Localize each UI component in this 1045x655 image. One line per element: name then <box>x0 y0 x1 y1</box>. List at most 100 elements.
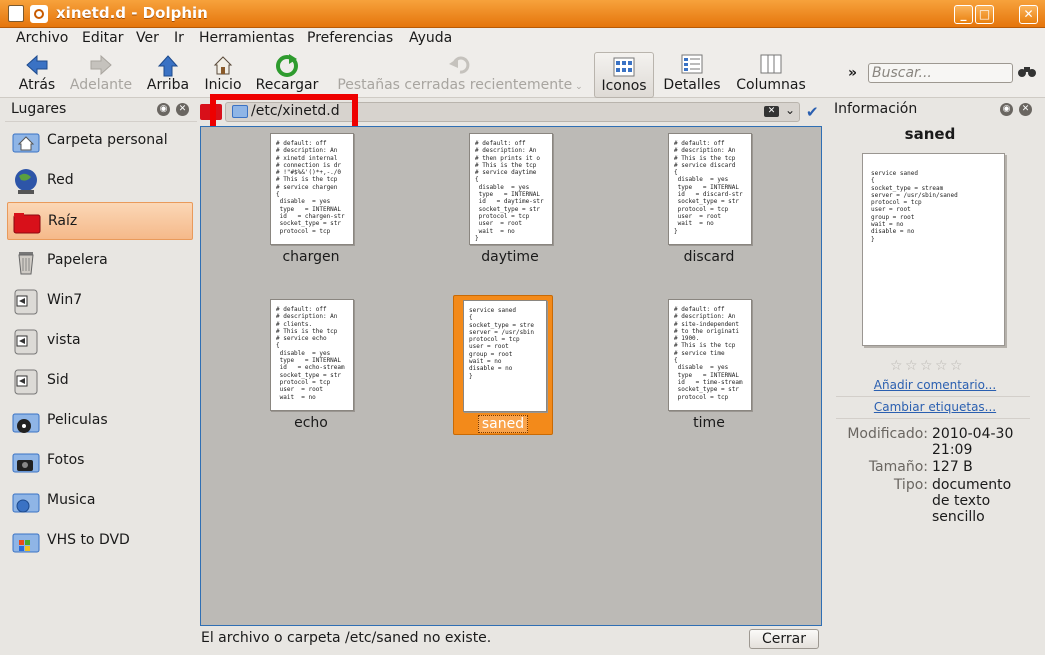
toolbar-overflow-button[interactable]: » <box>848 65 857 81</box>
menu-preferencias[interactable]: Preferencias <box>307 30 393 46</box>
file-name: daytime <box>481 249 539 265</box>
file-item[interactable]: # default: off # description: An # site-… <box>659 295 759 435</box>
status-bar: El archivo o carpeta /etc/saned no exist… <box>200 628 822 650</box>
closed-tabs-button[interactable]: Pestañas cerradas recientemente ⌄ <box>336 50 584 96</box>
menu-archivo[interactable]: Archivo <box>16 30 68 46</box>
place-item[interactable]: Red <box>7 162 193 200</box>
network-globe-icon <box>11 166 41 196</box>
back-button[interactable]: Atrás <box>14 50 60 96</box>
text-file-thumbnail: # default: off # description: An # xinet… <box>270 133 354 245</box>
float-panel-icon[interactable]: ◉ <box>157 103 170 116</box>
title-bar[interactable]: xinetd.d - Dolphin _ □ ✕ <box>0 0 1045 28</box>
app-menu-icon[interactable] <box>8 5 24 22</box>
place-label: Peliculas <box>47 412 108 428</box>
menu-ir[interactable]: Ir <box>174 30 184 46</box>
divider <box>836 418 1030 419</box>
minimize-button[interactable]: _ <box>954 5 973 24</box>
place-item[interactable]: Carpeta personal <box>7 122 193 160</box>
close-panel-icon[interactable]: ✕ <box>1019 103 1032 116</box>
place-item[interactable]: Musica <box>7 482 193 520</box>
close-message-button[interactable]: Cerrar <box>749 629 819 649</box>
clear-location-icon[interactable]: ✕ <box>764 106 779 117</box>
place-label: Carpeta personal <box>47 132 168 148</box>
text-file-thumbnail: # default: off # description: An # then … <box>469 133 553 245</box>
menu-bar: Archivo Editar Ver Ir Herramientas Prefe… <box>0 28 1045 50</box>
music-folder-icon <box>11 486 41 516</box>
columns-view-icon <box>760 54 782 74</box>
up-button[interactable]: Arriba <box>146 50 190 96</box>
file-name: echo <box>294 415 328 431</box>
place-item[interactable]: Fotos <box>7 442 193 480</box>
place-item[interactable]: Papelera <box>7 242 193 280</box>
film-folder-icon <box>11 406 41 436</box>
text-file-thumbnail: # default: off # description: An # site-… <box>668 299 752 411</box>
chevron-down-icon: ⌄ <box>572 82 583 92</box>
view-details-button[interactable]: Detalles <box>660 50 724 96</box>
file-preview: service saned { socket_type = stream ser… <box>862 153 1005 346</box>
place-item[interactable]: Peliculas <box>7 402 193 440</box>
file-item[interactable]: # default: off # description: An # clien… <box>261 295 361 435</box>
place-item[interactable]: vista <box>7 322 193 360</box>
file-item[interactable]: # default: off # description: An # xinet… <box>261 129 361 269</box>
text-file-thumbnail: # default: off # description: An # This … <box>668 133 752 245</box>
place-item[interactable]: Raíz <box>7 202 193 240</box>
star-icon[interactable]: ☆ <box>950 359 964 373</box>
modified-value: 2010-04-30 21:09 <box>932 426 1014 458</box>
text-file-thumbnail: # default: off # description: An # clien… <box>270 299 354 411</box>
status-message: El archivo o carpeta /etc/saned no exist… <box>201 630 492 646</box>
file-name: discard <box>683 249 735 265</box>
binoculars-icon[interactable] <box>1018 64 1036 82</box>
view-icons-button[interactable]: Iconos <box>594 52 654 98</box>
add-comment-link[interactable]: Añadir comentario... <box>828 378 1042 392</box>
change-tags-link[interactable]: Cambiar etiquetas... <box>828 400 1042 414</box>
place-item[interactable]: VHS to DVD <box>7 522 193 560</box>
accept-location-icon[interactable]: ✔ <box>806 103 819 121</box>
place-label: Fotos <box>47 452 85 468</box>
info-title: Información <box>834 101 918 117</box>
menu-ayuda[interactable]: Ayuda <box>409 30 452 46</box>
modified-label: Modificado: <box>847 426 928 442</box>
size-label: Tamaño: <box>868 459 928 475</box>
place-label: Raíz <box>48 213 78 229</box>
location-dropdown-icon[interactable]: ⌄ <box>785 103 795 117</box>
place-label: vista <box>47 332 81 348</box>
places-title: Lugares <box>11 101 67 117</box>
menu-editar[interactable]: Editar <box>82 30 123 46</box>
star-icon[interactable]: ☆ <box>905 359 919 373</box>
place-item[interactable]: Sid <box>7 362 193 400</box>
divider <box>836 396 1030 397</box>
forward-button[interactable]: Adelante <box>68 50 134 96</box>
star-icon[interactable]: ☆ <box>920 359 934 373</box>
float-panel-icon[interactable]: ◉ <box>1000 103 1013 116</box>
place-label: Win7 <box>47 292 83 308</box>
text-file-thumbnail: service saned { socket_type = stre serve… <box>463 300 547 412</box>
trash-icon <box>11 246 41 276</box>
maximize-button[interactable]: □ <box>975 5 994 24</box>
close-panel-icon[interactable]: ✕ <box>176 103 189 116</box>
file-item[interactable]: # default: off # description: An # then … <box>460 129 560 269</box>
file-name: time <box>693 415 725 431</box>
info-file-name: saned <box>904 125 956 143</box>
menu-herramientas[interactable]: Herramientas <box>199 30 294 46</box>
view-columns-button[interactable]: Columnas <box>732 50 810 96</box>
star-icon[interactable]: ☆ <box>935 359 949 373</box>
place-label: Sid <box>47 372 69 388</box>
camera-folder-icon <box>11 446 41 476</box>
rating-stars[interactable]: ☆ ☆ ☆ ☆ ☆ <box>890 358 980 374</box>
home-button[interactable]: Inicio <box>202 50 244 96</box>
windows-folder-icon <box>11 526 41 556</box>
star-icon[interactable]: ☆ <box>890 359 904 373</box>
places-panel: Lugares ◉ ✕ Carpeta personal Red Raíz Papel… <box>5 98 197 651</box>
file-view[interactable]: # default: off # description: An # xinet… <box>200 126 822 626</box>
menu-ver[interactable]: Ver <box>136 30 159 46</box>
reload-button[interactable]: Recargar <box>254 50 320 96</box>
file-item[interactable]: service saned { socket_type = stre serve… <box>453 295 553 435</box>
close-window-button[interactable]: ✕ <box>1019 5 1038 24</box>
place-item[interactable]: Win7 <box>7 282 193 320</box>
type-value: documento de texto sencillo <box>932 477 1012 525</box>
search-input[interactable]: Buscar... <box>868 63 1013 83</box>
window-title: xinetd.d - Dolphin <box>56 4 208 22</box>
icons-view-icon <box>613 57 635 77</box>
place-label: Musica <box>47 492 96 508</box>
file-item[interactable]: # default: off # description: An # This … <box>659 129 759 269</box>
